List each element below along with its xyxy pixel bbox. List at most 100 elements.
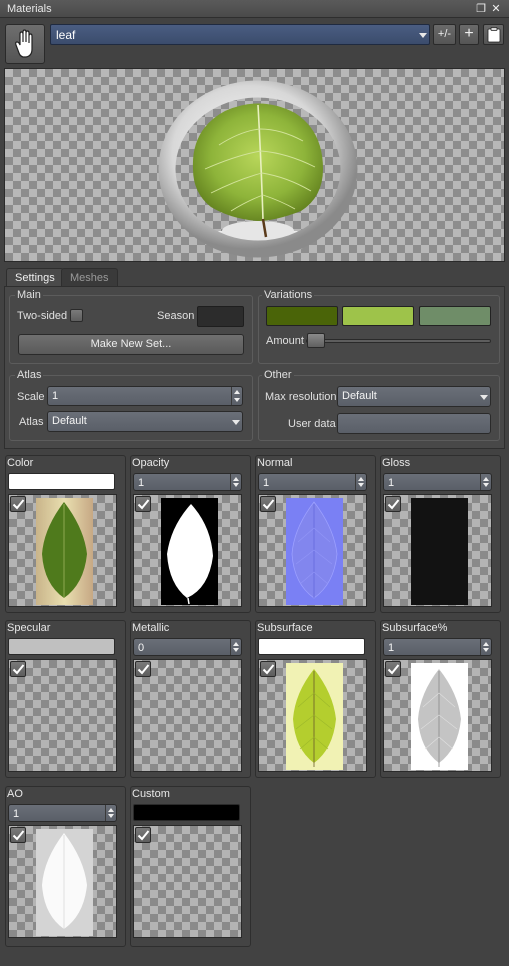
map-texture-slot-opacity[interactable]: [133, 494, 242, 607]
map-enabled-checkbox[interactable]: [260, 661, 276, 677]
scale-label: Scale: [17, 391, 45, 403]
map-cell-subsurface: Subsurface: [255, 620, 376, 778]
checkmark-icon: [12, 664, 25, 675]
chevron-down-icon: [232, 420, 240, 425]
map-cell-specular: Specular: [5, 620, 126, 778]
map-enabled-checkbox[interactable]: [135, 661, 151, 677]
add-remove-variation-button[interactable]: +/-: [433, 24, 456, 45]
chevron-down-icon: [419, 33, 427, 38]
map-texture-slot-specular[interactable]: [8, 659, 117, 772]
atlas-group-label: Atlas: [15, 369, 44, 381]
paste-material-button[interactable]: [483, 24, 504, 45]
restore-window-icon[interactable]: ❐: [474, 2, 488, 16]
map-strength-spinner[interactable]: [480, 639, 491, 655]
map-cell-normal: Normal 1: [255, 455, 376, 613]
map-enabled-checkbox[interactable]: [10, 827, 26, 843]
max-resolution-label: Max resolution: [265, 391, 337, 403]
map-enabled-checkbox[interactable]: [385, 661, 401, 677]
variation-color-swatch-2[interactable]: [342, 306, 414, 326]
map-color-swatch-custom[interactable]: [133, 804, 240, 821]
map-texture-slot-custom[interactable]: [133, 825, 242, 938]
material-preview-viewport[interactable]: [4, 68, 505, 262]
scale-input[interactable]: 1: [47, 386, 243, 406]
map-strength-spinner[interactable]: [480, 474, 491, 490]
add-material-button[interactable]: +: [459, 24, 479, 45]
clipboard-icon: [487, 27, 501, 43]
chevron-down-icon: [480, 395, 488, 400]
map-label-custom: Custom: [132, 788, 170, 800]
atlas-select[interactable]: Default: [47, 411, 243, 432]
leaf-subsurface-pct-texture-image: [411, 663, 468, 770]
map-texture-slot-subsurface[interactable]: [258, 659, 367, 772]
map-label-opacity: Opacity: [132, 457, 170, 469]
user-data-input[interactable]: [337, 413, 491, 434]
map-strength-input-normal[interactable]: 1: [258, 473, 367, 491]
map-cell-gloss: Gloss 1: [380, 455, 501, 613]
variation-color-swatch-1[interactable]: [266, 306, 338, 326]
map-texture-slot-metallic[interactable]: [133, 659, 242, 772]
window-title: Materials: [7, 3, 52, 15]
map-label-normal: Normal: [257, 457, 293, 469]
leaf-opacity-texture-image: [161, 498, 218, 605]
map-color-swatch-color[interactable]: [8, 473, 115, 490]
leaf-sphere-preview-image: [158, 80, 358, 258]
tab-settings[interactable]: Settings: [6, 268, 64, 287]
map-texture-slot-ao[interactable]: [8, 825, 117, 938]
checkmark-icon: [137, 499, 150, 510]
variations-group-label: Variations: [262, 289, 315, 301]
season-label: Season: [157, 310, 195, 322]
checkmark-icon: [387, 664, 400, 675]
map-texture-slot-color[interactable]: [8, 494, 117, 607]
variation-color-swatch-3[interactable]: [419, 306, 491, 326]
map-enabled-checkbox[interactable]: [260, 496, 276, 512]
map-strength-input-ao[interactable]: 1: [8, 804, 117, 822]
map-enabled-checkbox[interactable]: [385, 496, 401, 512]
season-color-swatch[interactable]: [197, 306, 244, 327]
user-data-label: User data: [288, 418, 336, 430]
map-color-swatch-subsurface[interactable]: [258, 638, 365, 655]
map-enabled-checkbox[interactable]: [135, 496, 151, 512]
amount-slider-track[interactable]: [306, 339, 491, 343]
map-label-metallic: Metallic: [132, 622, 170, 634]
map-texture-slot-gloss[interactable]: [383, 494, 492, 607]
plus-icon: +: [464, 25, 474, 42]
map-texture-slot-normal[interactable]: [258, 494, 367, 607]
amount-slider-handle[interactable]: [307, 333, 325, 348]
material-select-value: leaf: [56, 28, 76, 42]
hand-icon: [15, 29, 33, 58]
checkmark-icon: [262, 664, 275, 675]
map-cell-ao: AO 1: [5, 786, 126, 947]
close-icon[interactable]: ✕: [489, 2, 503, 16]
map-strength-input-subsurface-pct[interactable]: 1: [383, 638, 492, 656]
scale-spinner[interactable]: [231, 387, 242, 405]
map-cell-metallic: Metallic 0: [130, 620, 251, 778]
checkmark-icon: [262, 499, 275, 510]
map-strength-spinner[interactable]: [230, 474, 241, 490]
other-group-label: Other: [262, 369, 294, 381]
leaf-ao-texture-image: [36, 829, 93, 936]
checkmark-icon: [387, 499, 400, 510]
map-label-subsurface-pct: Subsurface%: [382, 622, 448, 634]
map-strength-input-opacity[interactable]: 1: [133, 473, 242, 491]
map-strength-input-metallic[interactable]: 0: [133, 638, 242, 656]
map-label-color: Color: [7, 457, 34, 469]
map-strength-input-gloss[interactable]: 1: [383, 473, 492, 491]
checkmark-icon: [137, 830, 150, 841]
checkmark-icon: [137, 664, 150, 675]
make-new-set-button[interactable]: Make New Set...: [18, 334, 244, 355]
material-select[interactable]: leaf: [50, 24, 430, 45]
map-enabled-checkbox[interactable]: [10, 496, 26, 512]
map-strength-spinner[interactable]: [355, 474, 366, 490]
hand-tool-button[interactable]: [5, 24, 45, 64]
map-color-swatch-specular[interactable]: [8, 638, 115, 655]
checkmark-icon: [12, 499, 25, 510]
map-enabled-checkbox[interactable]: [10, 661, 26, 677]
max-resolution-select[interactable]: Default: [337, 386, 491, 407]
two-sided-checkbox[interactable]: [70, 309, 83, 322]
map-cell-subsurface-pct: Subsurface% 1: [380, 620, 501, 778]
tab-meshes[interactable]: Meshes: [61, 268, 118, 287]
map-enabled-checkbox[interactable]: [135, 827, 151, 843]
map-strength-spinner[interactable]: [230, 639, 241, 655]
map-strength-spinner[interactable]: [105, 805, 116, 821]
map-texture-slot-subsurface-pct[interactable]: [383, 659, 492, 772]
